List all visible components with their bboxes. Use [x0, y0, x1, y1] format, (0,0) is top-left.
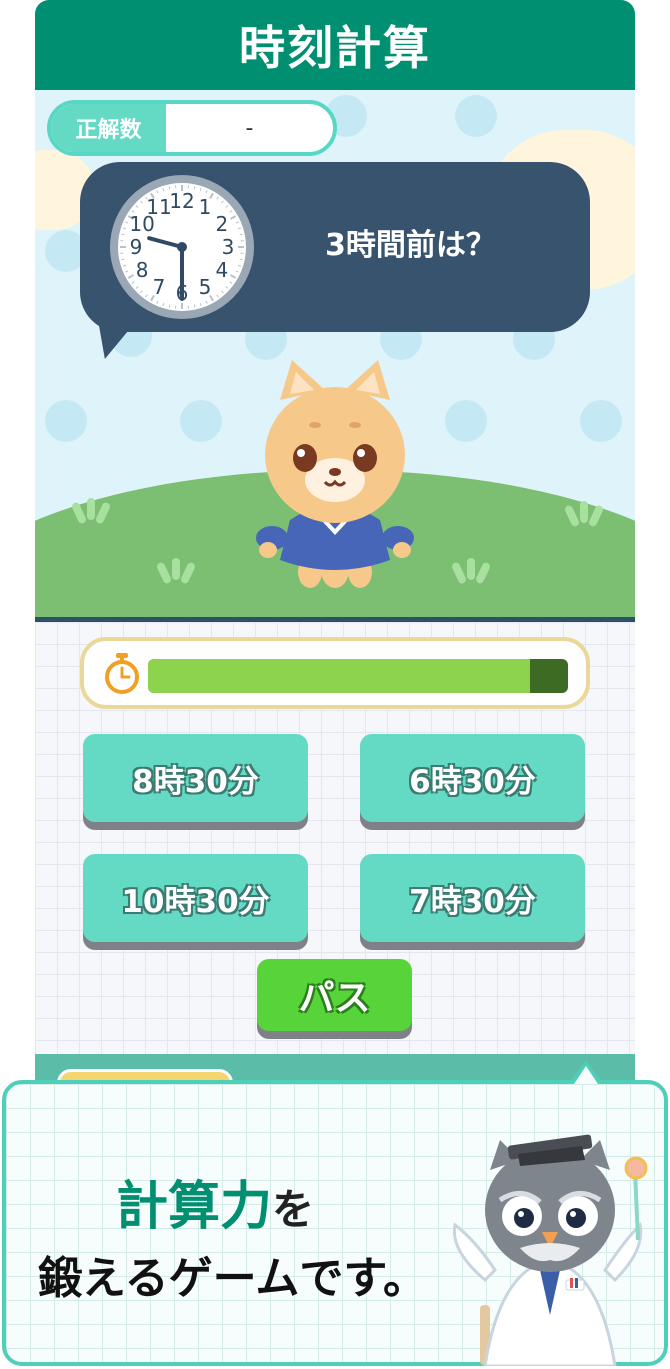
bg-dot — [180, 400, 222, 442]
promo-subline: 鍛えるゲームです。 — [38, 1253, 427, 1304]
answer-panel: 8時30分 6時30分 10時30分 7時30分 パス — [35, 622, 635, 1054]
clock-tick — [239, 258, 243, 261]
timer-fill — [148, 659, 531, 693]
stopwatch-icon — [105, 653, 139, 694]
clock-number: 3 — [222, 235, 235, 259]
dog-character — [256, 360, 414, 588]
promo-particle: を — [272, 1185, 315, 1234]
clock-tick — [121, 233, 125, 236]
bg-dot — [445, 400, 487, 442]
clock-number: 11 — [146, 195, 171, 219]
promo-highlight: 計算力 — [116, 1177, 273, 1237]
grass-tuft — [172, 558, 180, 580]
owl-professor-character — [452, 1134, 648, 1366]
grass-tuft — [87, 498, 95, 520]
score-counter: 正解数 - — [47, 100, 337, 156]
clock-tick — [121, 258, 125, 261]
answer-button-2[interactable]: 6時30分 — [360, 734, 585, 822]
answer-button-1[interactable]: 8時30分 — [83, 734, 308, 822]
pass-button[interactable]: パス — [257, 959, 412, 1031]
score-value: - — [245, 115, 254, 141]
answer-button-4[interactable]: 7時30分 — [360, 854, 585, 942]
promo-headline: 計算力を — [116, 1164, 314, 1239]
info-notch-inner — [574, 1066, 598, 1084]
clock-number: 2 — [215, 212, 228, 236]
clock-number: 5 — [199, 275, 212, 299]
clock-number: 8 — [136, 258, 149, 282]
bg-dot — [580, 400, 622, 442]
score-label: 正解数 — [51, 104, 166, 152]
question-text: 3時間前は？ — [325, 228, 496, 263]
clock-icon: 121234567891011 — [110, 175, 254, 319]
bg-dot — [45, 400, 87, 442]
clock-number: 4 — [215, 258, 228, 282]
timer-track — [148, 659, 568, 693]
clock-number: 12 — [169, 189, 194, 213]
clock-tick — [239, 233, 243, 236]
clock-tick — [168, 304, 171, 308]
clock-number: 9 — [130, 235, 143, 259]
grass-tuft — [467, 558, 475, 580]
grass-tuft — [580, 501, 588, 523]
header: 時刻計算 — [35, 0, 635, 90]
page-title: 時刻計算 — [239, 21, 431, 75]
game-scene: 正解数 - 121234567891011 3時間前は？ — [35, 90, 635, 620]
clock-tick — [193, 304, 196, 308]
bg-dot — [455, 95, 497, 137]
clock-number: 1 — [199, 195, 212, 219]
time-limit-bar — [80, 637, 590, 709]
clock-number: 7 — [153, 275, 166, 299]
answer-button-3[interactable]: 10時30分 — [83, 854, 308, 942]
